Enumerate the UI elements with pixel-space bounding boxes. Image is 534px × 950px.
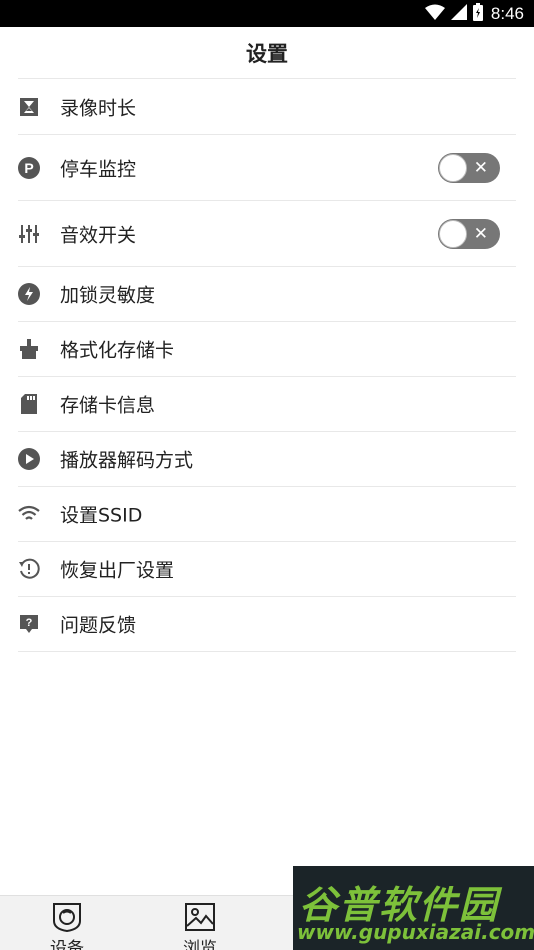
setting-label: 问题反馈 bbox=[60, 614, 137, 637]
feedback-icon: ? bbox=[18, 613, 40, 635]
wifi-icon bbox=[424, 4, 445, 24]
wifi-icon bbox=[18, 503, 40, 525]
setting-lock-sensitivity[interactable]: 加锁灵敏度 bbox=[18, 267, 516, 322]
status-icons: 8:46 bbox=[424, 2, 524, 25]
parking-monitor-toggle[interactable]: ✕ bbox=[438, 152, 500, 183]
setting-feedback[interactable]: ? 问题反馈 bbox=[18, 597, 516, 652]
close-icon: ✕ bbox=[473, 223, 488, 244]
close-icon: ✕ bbox=[473, 157, 488, 178]
status-bar: 8:46 bbox=[0, 0, 534, 27]
page-title: 设置 bbox=[246, 42, 288, 66]
setting-card-info[interactable]: 存储卡信息 bbox=[18, 377, 516, 432]
setting-label: 存储卡信息 bbox=[60, 394, 156, 417]
lightning-icon bbox=[18, 283, 40, 305]
play-icon bbox=[18, 448, 40, 470]
watermark: 谷普软件园 www.gupuxiazai.com bbox=[293, 866, 534, 950]
sound-effects-toggle[interactable]: ✕ bbox=[438, 218, 500, 249]
watermark-url: www.gupuxiazai.com bbox=[297, 920, 534, 944]
setting-label: 音效开关 bbox=[60, 224, 137, 246]
setting-ssid[interactable]: 设置SSID bbox=[18, 487, 516, 542]
device-icon bbox=[51, 901, 83, 933]
reset-icon bbox=[18, 558, 40, 580]
setting-sound-effects[interactable]: 音效开关 ✕ bbox=[18, 201, 516, 267]
setting-label: 设置SSID bbox=[60, 504, 143, 527]
setting-label: 录像时长 bbox=[60, 97, 137, 119]
gallery-icon bbox=[184, 901, 216, 933]
setting-factory-reset[interactable]: 恢复出厂设置 bbox=[18, 542, 516, 597]
format-icon bbox=[18, 338, 40, 360]
tab-label: 设备 bbox=[50, 939, 84, 950]
svg-text:?: ? bbox=[26, 617, 33, 629]
setting-decoder[interactable]: 播放器解码方式 bbox=[18, 432, 516, 487]
setting-label: 恢复出厂设置 bbox=[60, 559, 175, 582]
setting-label: 加锁灵敏度 bbox=[60, 284, 156, 307]
svg-text:P: P bbox=[24, 160, 33, 176]
tab-label: 浏览 bbox=[183, 939, 217, 950]
hourglass-icon bbox=[18, 96, 40, 118]
sd-card-icon bbox=[18, 393, 40, 415]
setting-label: 停车监控 bbox=[60, 158, 137, 180]
setting-label: 格式化存储卡 bbox=[60, 339, 175, 362]
battery-icon bbox=[472, 2, 483, 25]
setting-format-card[interactable]: 格式化存储卡 bbox=[18, 322, 516, 377]
setting-label: 播放器解码方式 bbox=[60, 449, 194, 472]
status-time: 8:46 bbox=[490, 3, 524, 23]
setting-recording-duration[interactable]: 录像时长 bbox=[18, 79, 516, 135]
tab-device[interactable]: 设备 bbox=[27, 896, 107, 950]
settings-list: 录像时长 P 停车监控 ✕ 音效开关 ✕ 加锁灵敏度 格式化存储卡 存储卡信息 … bbox=[18, 78, 516, 652]
signal-icon bbox=[450, 3, 467, 24]
tab-browse[interactable]: 浏览 bbox=[160, 896, 240, 950]
toggle-knob bbox=[439, 153, 467, 182]
title-bar: 设置 bbox=[0, 27, 534, 79]
parking-icon: P bbox=[18, 156, 40, 179]
setting-parking-monitor[interactable]: P 停车监控 ✕ bbox=[18, 135, 516, 201]
toggle-knob bbox=[439, 219, 467, 248]
sliders-icon bbox=[18, 223, 40, 245]
